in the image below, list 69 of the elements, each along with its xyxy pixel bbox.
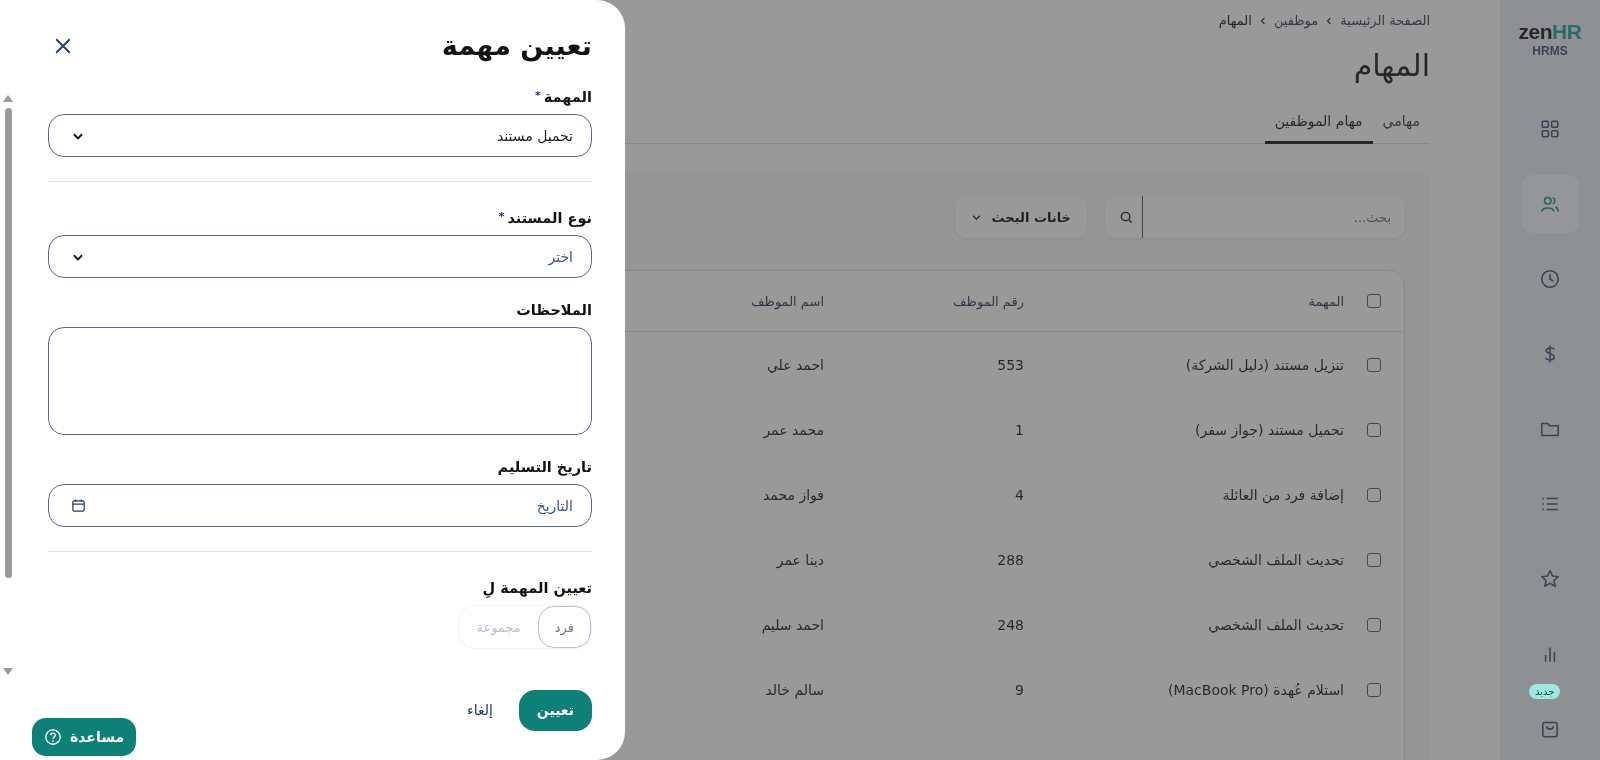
table-cell: 553 [997, 356, 1024, 373]
help-button[interactable]: مساعدة [32, 718, 137, 756]
required-mark: * [535, 89, 541, 104]
field-label: المهمة [543, 89, 592, 105]
table-cell: احمد سليم [761, 616, 824, 633]
table-cell: 9 [1015, 681, 1024, 698]
checkbox[interactable] [1367, 682, 1381, 697]
star-icon [1539, 568, 1561, 590]
grid-icon [1539, 118, 1561, 140]
table-cell: محمد عمر [763, 421, 824, 438]
checkbox[interactable] [1367, 487, 1381, 502]
breadcrumb-link[interactable]: الصفحة الرئيسية [1340, 13, 1430, 28]
table-cell: سالم خالد [765, 681, 824, 698]
select-field[interactable]: تحميل مستند [48, 114, 592, 157]
nav-item[interactable] [1521, 175, 1579, 233]
field-label: نوع المستند [507, 210, 592, 226]
table-cell: استلام عُهدة (MacBook Pro) [1167, 681, 1344, 698]
checkbox[interactable] [1367, 617, 1381, 632]
table-cell: 1 [1015, 421, 1024, 438]
notes-field[interactable] [48, 327, 592, 435]
search-fields-dropdown[interactable]: خانات البحث [954, 196, 1087, 238]
table-cell: فواز محمد [763, 486, 824, 503]
checkbox[interactable] [1367, 422, 1381, 437]
table-cell: تحديث الملف الشخصي [1208, 616, 1344, 633]
checkbox[interactable] [1367, 357, 1381, 372]
table-cell: 288 [997, 551, 1024, 568]
select-placeholder: اختر [548, 248, 573, 265]
column-header: رقم الموظف [953, 293, 1024, 309]
clock-icon [1539, 268, 1561, 290]
checkbox[interactable] [1367, 294, 1381, 308]
drawer-title: تعيين مهمة [441, 30, 592, 61]
table-cell: إضافة فرد من العائلة [1222, 486, 1344, 503]
table-cell: تحميل مستند (جواز سفر) [1195, 421, 1344, 438]
segment-option[interactable]: فرد [537, 606, 591, 648]
table-cell: احمد علي [766, 356, 824, 373]
tab[interactable]: مهامي [1372, 105, 1430, 144]
assign-button[interactable]: تعيين [518, 689, 592, 731]
search-placeholder: بحث... [1352, 209, 1391, 225]
scrollbar[interactable] [2, 95, 14, 675]
field-label: الملاحظات [516, 302, 592, 318]
close-button[interactable] [54, 36, 72, 55]
logo: zenHR [1518, 20, 1582, 44]
table-cell: 248 [997, 616, 1024, 633]
help-icon [44, 728, 62, 746]
table-cell: 4 [1015, 486, 1024, 503]
breadcrumb-link[interactable]: المهام [1218, 13, 1252, 28]
table-cell: دينا عمر [776, 551, 824, 568]
logo-subtitle: HRMS [1532, 44, 1568, 58]
page-title: المهام [1353, 48, 1430, 83]
search-field[interactable]: بحث... [1105, 196, 1405, 238]
date-placeholder: التاريخ [536, 497, 573, 514]
select-value: تحميل مستند [496, 127, 573, 144]
checkbox[interactable] [1367, 552, 1381, 567]
breadcrumb-link[interactable]: موظفين [1273, 13, 1319, 28]
field-label: تاريخ التسليم [497, 459, 592, 475]
column-header: اسم الموظف [751, 293, 824, 309]
table-cell: تنزيل مستند (دليل الشركة) [1185, 356, 1344, 373]
table-cell: تحديث الملف الشخصي [1208, 551, 1344, 568]
close-icon [54, 36, 72, 55]
cancel-button[interactable]: إلغاء [461, 701, 499, 719]
new-badge: جديد [1529, 684, 1561, 699]
calendar-icon [71, 498, 86, 513]
tab[interactable]: مهام الموظفين [1264, 105, 1373, 144]
column-header: المهمة [1308, 293, 1344, 309]
date-field[interactable]: التاريخ [48, 484, 592, 527]
required-mark: * [498, 210, 505, 225]
search-icon [1119, 209, 1134, 225]
field-label: تعيين المهمة لِ [482, 580, 592, 596]
select-field[interactable]: اختر [48, 235, 592, 278]
